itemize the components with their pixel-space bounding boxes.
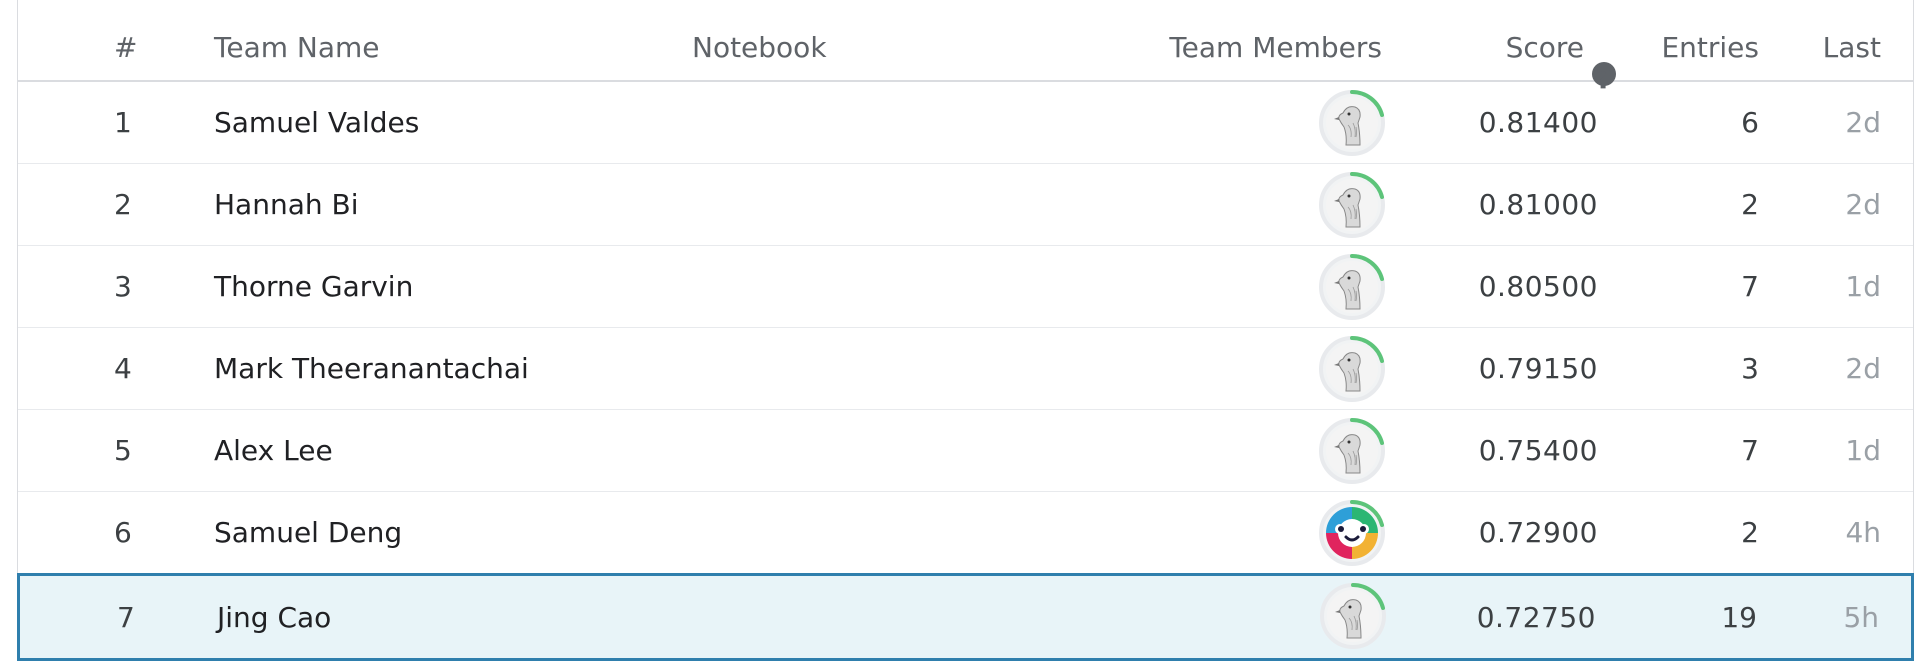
goose-avatar-icon[interactable] <box>1318 335 1386 403</box>
team-name-link[interactable]: Jing Cao <box>217 576 331 660</box>
row-score: 0.81400 <box>1478 106 1598 139</box>
row-last-submission: 4h <box>1845 516 1881 549</box>
header-rank[interactable]: # <box>114 31 137 65</box>
goose-avatar-icon[interactable] <box>1318 417 1386 485</box>
row-score: 0.79150 <box>1478 352 1598 385</box>
goose-avatar-icon[interactable] <box>1319 582 1387 650</box>
header-notebook: Notebook <box>692 31 827 64</box>
row-score: 0.81000 <box>1478 188 1598 221</box>
row-entries: 19 <box>1721 601 1757 634</box>
header-last[interactable]: Last <box>1823 31 1881 65</box>
row-last-submission: 2d <box>1845 352 1881 385</box>
row-score: 0.80500 <box>1478 270 1598 303</box>
header-score-label: Score <box>1505 31 1584 64</box>
row-last-submission: 1d <box>1845 434 1881 467</box>
row-entries: 6 <box>1741 106 1759 139</box>
row-entries: 3 <box>1741 352 1759 385</box>
team-name-link[interactable]: Mark Theeranantachai <box>214 328 529 410</box>
table-row[interactable]: 2 Hannah Bi 0.81000 2 2d <box>18 164 1913 246</box>
colorful-face-avatar-icon[interactable] <box>1318 499 1386 567</box>
header-entries[interactable]: Entries <box>1661 31 1759 65</box>
team-name-link[interactable]: Hannah Bi <box>214 164 359 246</box>
row-rank: 5 <box>114 434 132 467</box>
row-score: 0.75400 <box>1478 434 1598 467</box>
row-score: 0.72900 <box>1478 516 1598 549</box>
table-row[interactable]: 7 Jing Cao 0.72750 19 5h <box>17 573 1914 661</box>
team-name-link[interactable]: Thorne Garvin <box>214 246 413 328</box>
row-last-submission: 2d <box>1845 106 1881 139</box>
table-row[interactable]: 6 Samuel Deng 0.72900 2 4h <box>18 492 1913 574</box>
team-name-link[interactable]: Alex Lee <box>214 410 333 492</box>
row-rank: 2 <box>114 188 132 221</box>
row-score: 0.72750 <box>1476 601 1596 634</box>
team-name-link[interactable]: Samuel Valdes <box>214 82 419 164</box>
row-last-submission: 5h <box>1843 601 1879 634</box>
team-name-link[interactable]: Samuel Deng <box>214 492 402 574</box>
table-row[interactable]: 3 Thorne Garvin 0.80500 7 1d <box>18 246 1913 328</box>
row-entries: 7 <box>1741 434 1759 467</box>
row-last-submission: 1d <box>1845 270 1881 303</box>
row-entries: 7 <box>1741 270 1759 303</box>
row-rank: 7 <box>117 601 135 634</box>
leaderboard-table: # Team Name Notebook Team Members Score?… <box>17 0 1914 661</box>
row-entries: 2 <box>1741 188 1759 221</box>
table-row[interactable]: 1 Samuel Valdes 0.81400 6 2d <box>18 82 1913 164</box>
row-last-submission: 2d <box>1845 188 1881 221</box>
goose-avatar-icon[interactable] <box>1318 171 1386 239</box>
goose-avatar-icon[interactable] <box>1318 89 1386 157</box>
row-rank: 1 <box>114 106 132 139</box>
row-rank: 4 <box>114 352 132 385</box>
table-row[interactable]: 5 Alex Lee 0.75400 7 1d <box>18 410 1913 492</box>
table-row[interactable]: 4 Mark Theeranantachai 0.79150 3 2d <box>18 328 1913 410</box>
row-rank: 6 <box>114 516 132 549</box>
row-rank: 3 <box>114 270 132 303</box>
header-score[interactable]: Score? <box>1505 31 1616 95</box>
goose-avatar-icon[interactable] <box>1318 253 1386 321</box>
row-entries: 2 <box>1741 516 1759 549</box>
header-team-members: Team Members <box>1169 31 1382 64</box>
table-header: # Team Name Notebook Team Members Score?… <box>18 0 1913 95</box>
header-team-name[interactable]: Team Name <box>214 31 380 65</box>
